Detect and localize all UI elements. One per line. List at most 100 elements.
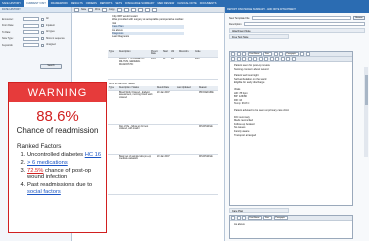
discharge-summary-panel: REPORT: DISCHARGE SUMMARY - ADD NOTE ATT… xyxy=(224,7,369,241)
paragraph-select[interactable]: Paragraph xyxy=(273,216,288,220)
align-center-icon[interactable] xyxy=(279,52,283,56)
column-header: Result Date xyxy=(157,86,170,89)
link-icon[interactable] xyxy=(151,7,157,12)
encounter-input[interactable] xyxy=(23,17,39,22)
font-size-select[interactable]: Size xyxy=(263,52,272,56)
font-size-select[interactable]: Size xyxy=(263,216,272,220)
copy-toolbar-label[interactable]: Copy xyxy=(109,8,115,11)
factor-link[interactable]: HC 16 xyxy=(85,152,101,158)
indent-icon[interactable] xyxy=(275,57,279,61)
factor-item: Past readmissions due to social factors xyxy=(27,182,106,195)
list-icon[interactable] xyxy=(300,52,304,56)
scrollbar-thumb[interactable] xyxy=(364,75,368,105)
underline-icon[interactable] xyxy=(130,7,136,12)
font-name-select[interactable]: Font Name xyxy=(247,52,262,56)
nav-tab-discharge-summary[interactable]: DISCHARGE SUMMARY xyxy=(125,0,154,7)
nav-tab-sets[interactable]: SETS xyxy=(115,0,122,7)
nav-tab-reports[interactable]: REPORTS xyxy=(100,0,113,7)
top-navigation: SAFE HISTORY CURRENT VISIT FRAMEWORK RES… xyxy=(0,0,369,7)
table-row[interactable]: FACILITY TO DIABETIC-MILITUS, GENERAL DI… xyxy=(108,58,218,80)
nav-tab-orders[interactable]: ORDERS xyxy=(86,0,97,7)
back-icon[interactable] xyxy=(74,7,79,12)
italic-icon[interactable] xyxy=(236,52,241,56)
table-row[interactable]: Day of life - follow-up for test ordered… xyxy=(108,125,218,156)
table-cell xyxy=(156,125,176,154)
sequence-checkbox[interactable] xyxy=(41,37,44,41)
factor-text: Uncontrolled diabetes xyxy=(27,152,84,158)
note-toolbar-label[interactable]: Note xyxy=(81,8,86,11)
table-cell: Basic set of sample labs pre-op medical … xyxy=(119,155,152,161)
italic-icon[interactable] xyxy=(123,7,129,12)
nav-tab-results[interactable]: RESULTS xyxy=(71,0,83,7)
all-types-checkbox[interactable] xyxy=(41,30,44,34)
copy-icon[interactable] xyxy=(101,7,107,12)
bold-icon[interactable] xyxy=(231,52,235,56)
vertical-scrollbar[interactable] xyxy=(364,67,368,157)
diagnosis-table: Type Description Prescr. Date Start Vol … xyxy=(108,50,218,196)
table-row[interactable]: Basic set of sample labs pre-op medical … xyxy=(108,155,218,196)
template-file-input[interactable] xyxy=(251,16,351,20)
readmission-warning-card: WARNING 88.6% Chance of readmission Rank… xyxy=(8,82,107,233)
list-icon[interactable] xyxy=(137,7,143,12)
copy-icon[interactable] xyxy=(247,57,252,61)
table-cell: D4 xyxy=(171,58,174,61)
cut-icon[interactable] xyxy=(242,57,246,61)
number-icon[interactable] xyxy=(291,57,296,61)
image-icon[interactable] xyxy=(264,57,268,61)
free-text-editor[interactable]: Font Name Size Paragraph Patient seen fo… xyxy=(229,51,353,206)
description-input[interactable] xyxy=(243,22,365,26)
link-icon[interactable] xyxy=(305,52,310,56)
attachment-note-header[interactable]: Attachment Note xyxy=(229,28,365,33)
table-row[interactable]: Blood Work Ordered - diabetic assessment… xyxy=(108,91,218,126)
keywords-input[interactable] xyxy=(23,43,39,48)
print-icon[interactable] xyxy=(88,7,94,12)
care-plan-header[interactable]: Care Plan xyxy=(229,208,289,213)
table-icon[interactable] xyxy=(258,57,263,61)
font-name-select[interactable]: Font Name xyxy=(247,216,262,220)
editor-body[interactable]: Patient seen for post-op review Nursing … xyxy=(230,62,352,139)
underline-icon[interactable] xyxy=(242,52,246,56)
column-header: Last Updated xyxy=(177,86,191,89)
factor-link[interactable]: social factors xyxy=(27,189,61,195)
bold-icon[interactable] xyxy=(116,7,122,12)
checkbox-label: All xyxy=(46,18,49,21)
filter-label: From Date: xyxy=(2,24,14,28)
factor-link[interactable]: > 6 medications xyxy=(27,160,68,166)
redo-icon[interactable] xyxy=(236,57,241,61)
table-cell xyxy=(178,58,194,79)
nav-tab-clinical-note[interactable]: CLINICAL NOTE xyxy=(177,0,197,7)
undo-icon[interactable] xyxy=(231,57,235,61)
unsigned-checkbox[interactable] xyxy=(41,43,44,47)
factor-link[interactable]: 72.5% xyxy=(27,168,43,174)
align-left-icon[interactable] xyxy=(273,52,278,56)
nav-tab-current-visit[interactable]: CURRENT VISIT xyxy=(23,0,48,7)
nav-tab-framework[interactable]: FRAMEWORK xyxy=(51,0,68,7)
column-header: Reason xyxy=(199,86,207,89)
all-checkbox[interactable] xyxy=(41,17,44,21)
spellcheck-icon[interactable] xyxy=(269,57,274,61)
inpatient-checkbox[interactable] xyxy=(41,24,44,28)
care-plan-editor[interactable]: Font Name Size Paragraph As above xyxy=(229,215,353,239)
from-date-input[interactable] xyxy=(23,23,39,28)
nav-tab-documents[interactable]: DOCUMENTS xyxy=(200,0,217,7)
indent-icon[interactable] xyxy=(144,7,150,12)
bullet-icon[interactable] xyxy=(286,57,290,61)
paragraph-select[interactable]: Paragraph xyxy=(284,52,299,56)
care-plan-body[interactable]: As above xyxy=(230,221,352,229)
search-button[interactable]: Search xyxy=(40,64,62,69)
outdent-icon[interactable] xyxy=(280,57,285,61)
table-cell xyxy=(108,125,118,154)
free-text-note-header[interactable]: Free Text Note xyxy=(229,34,289,39)
italic-icon[interactable] xyxy=(236,216,241,220)
to-date-input[interactable] xyxy=(23,30,39,35)
note-type-select[interactable] xyxy=(23,36,39,41)
table-cell: DISCHARGE xyxy=(199,155,213,158)
browse-button[interactable]: Browse xyxy=(353,16,365,20)
bold-icon[interactable] xyxy=(231,216,235,220)
paste-icon[interactable] xyxy=(253,57,257,61)
underline-icon[interactable] xyxy=(242,216,246,220)
nav-tab-med-review[interactable]: MED REVIEW xyxy=(157,0,174,7)
print-toolbar-label[interactable]: Print xyxy=(95,8,100,11)
nav-tab-safe-history[interactable]: SAFE HISTORY xyxy=(2,0,21,7)
description-label: Description xyxy=(229,22,242,26)
